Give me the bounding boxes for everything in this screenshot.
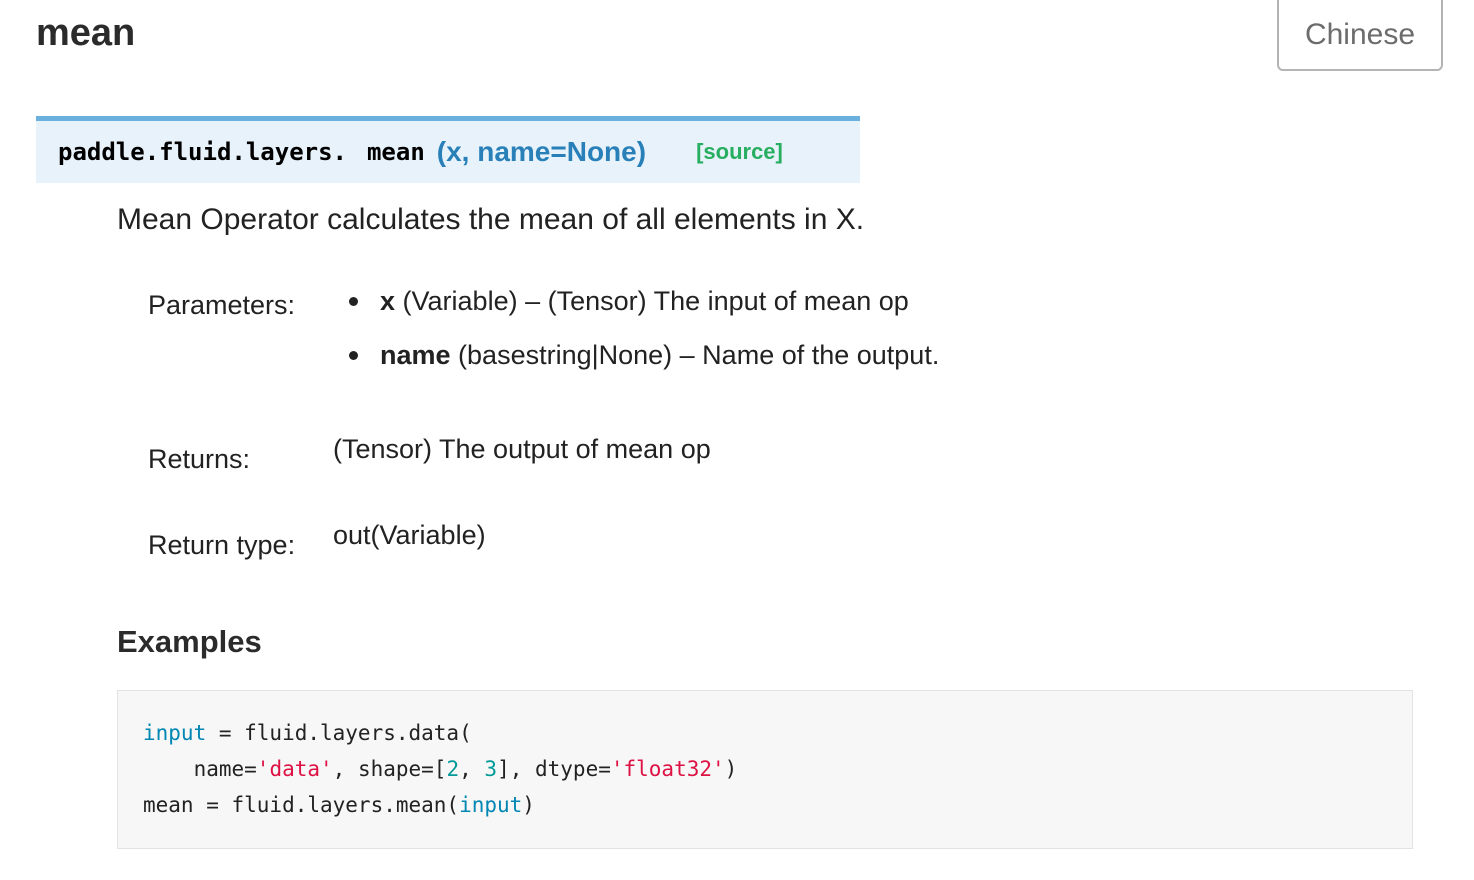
return-type-value: out(Variable) bbox=[333, 520, 486, 550]
returns-label: Returns: bbox=[148, 444, 251, 474]
code-number: 2 bbox=[446, 757, 460, 781]
parameter-item-name: name (basestring|None) – Name of the out… bbox=[344, 338, 939, 392]
bullet-icon bbox=[349, 297, 358, 306]
parameters-list: x (Variable) – (Tensor) The input of mea… bbox=[344, 284, 939, 392]
code-line: mean = fluid.layers.mean(input) bbox=[143, 787, 1412, 823]
code-string: 'data' bbox=[256, 757, 333, 781]
code-text: ) bbox=[522, 793, 535, 817]
code-text: ) bbox=[724, 757, 738, 781]
code-builtin: input bbox=[459, 793, 523, 817]
code-string: 'float32' bbox=[610, 757, 725, 781]
code-text: , bbox=[459, 757, 485, 781]
code-example-block[interactable]: input = fluid.layers.data( name='data', … bbox=[117, 690, 1413, 849]
parameters-label: Parameters: bbox=[148, 290, 296, 320]
code-text: , shape=[ bbox=[332, 757, 447, 781]
parameter-description: (Variable) – (Tensor) The input of mean … bbox=[395, 286, 909, 316]
returns-value: (Tensor) The output of mean op bbox=[333, 434, 711, 464]
parameter-name: name bbox=[380, 340, 451, 370]
code-line: name='data', shape=[2, 3], dtype='float3… bbox=[143, 751, 1412, 787]
page-title: mean bbox=[36, 12, 136, 54]
function-signature: paddle.fluid.layers. mean (x, name=None)… bbox=[36, 116, 860, 183]
code-text: = fluid.layers.data( bbox=[206, 721, 472, 745]
bullet-icon bbox=[349, 351, 358, 360]
parameter-description: (basestring|None) – Name of the output. bbox=[450, 340, 940, 370]
code-text: ], dtype= bbox=[497, 757, 611, 781]
source-link[interactable]: [source] bbox=[696, 139, 783, 165]
code-builtin: input bbox=[143, 721, 207, 745]
code-text: name= bbox=[143, 757, 257, 781]
code-text: mean = fluid.layers.mean( bbox=[143, 793, 460, 817]
function-description: Mean Operator calculates the mean of all… bbox=[117, 203, 865, 236]
code-line: input = fluid.layers.data( bbox=[143, 715, 1412, 751]
return-type-label: Return type: bbox=[148, 530, 296, 560]
signature-params: (x, name=None) bbox=[436, 136, 647, 167]
parameter-item-x: x (Variable) – (Tensor) The input of mea… bbox=[344, 284, 939, 338]
signature-function-name: mean bbox=[366, 138, 425, 166]
examples-heading: Examples bbox=[117, 624, 262, 659]
code-number: 3 bbox=[484, 757, 498, 781]
language-switch-button[interactable]: Chinese bbox=[1277, 0, 1443, 71]
parameter-name: x bbox=[380, 286, 396, 316]
doc-page: mean Chinese paddle.fluid.layers. mean (… bbox=[0, 0, 1474, 880]
signature-module-prefix: paddle.fluid.layers. bbox=[58, 138, 347, 166]
